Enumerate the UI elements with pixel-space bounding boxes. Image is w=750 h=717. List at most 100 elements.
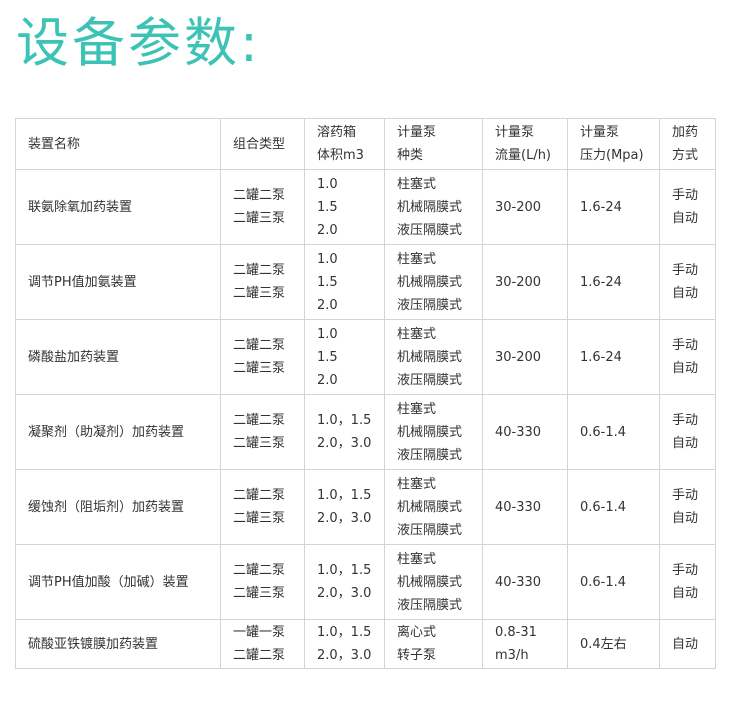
pump-pressure-cell: 0.6-1.4 [567,469,660,545]
cell-text: 柱塞式 [397,401,437,417]
cell-text: 40-330 [495,499,542,515]
cell-text: 手动 [672,338,699,353]
header-text: 流量(L/h) [495,148,552,163]
header-text: 计量泵 [580,125,620,140]
pump-flow-cell: 40-330 [482,394,568,470]
pump-type-cell: 柱塞式 机械隔膜式 液压隔膜式 [384,469,483,545]
cell-text: 自动 [672,286,699,301]
cell-text: 自动 [672,361,699,376]
cell-text: 40-330 [495,574,542,590]
cell-text: 二罐二泵 [233,648,286,663]
cell-text: 离心式 [397,625,437,640]
cell-text: 2.0，3.0 [317,586,372,601]
cell-text: 机械隔膜式 [397,199,463,215]
table-row: 缓蚀剂（阻垢剂）加药装置 二罐二泵 二罐三泵 1.0，1.5 2.0，3.0 柱塞式 机械隔… [15,469,716,545]
header-text: 计量泵 [495,125,535,140]
cell-text: 1.0，1.5 [317,488,372,503]
parameter-table: 装置名称 组合类型 溶药箱 体积m3 计量泵 种类 计量泵 流量(L/h) 计量泵 压力(Mpa)… [15,118,716,669]
device-name: 硫酸亚铁镀膜加药装置 [28,636,159,652]
combo-type-cell: 二罐二泵 二罐三泵 [220,319,305,395]
dosing-method-cell: 手动 自动 [659,319,716,395]
header-text: 方式 [672,148,699,163]
cell-text: 手动 [672,263,699,278]
cell-text: 2.0 [317,297,338,313]
pump-pressure-cell: 1.6-24 [567,244,660,320]
cell-text: 2.0，3.0 [317,511,372,526]
pump-pressure-cell: 0.6-1.4 [567,544,660,620]
cell-text: 液压隔膜式 [397,222,463,238]
device-name-cell: 联氨除氧加药装置 [15,169,221,245]
table-row: 调节PH值加氨装置 二罐二泵 二罐三泵 1.0 1.5 2.0 柱塞式 机械隔膜式 液压隔膜式 3… [15,244,716,320]
cell-text: 二罐二泵 [233,413,286,428]
cell-text: 柱塞式 [397,326,437,342]
cell-text: 30-200 [495,199,542,215]
cell-text: 机械隔膜式 [397,349,463,365]
device-name: 调节PH值加酸（加碱）装置 [28,574,189,590]
device-name-cell: 调节PH值加氨装置 [15,244,221,320]
cell-text: 1.6-24 [580,349,622,365]
cell-text: 0.8-31 [495,625,537,640]
cell-text: 二罐二泵 [233,488,286,503]
tank-volume-cell: 1.0 1.5 2.0 [304,319,385,395]
cell-text: 二罐二泵 [233,338,286,353]
cell-text: 40-330 [495,424,542,440]
cell-text: 2.0 [317,222,338,238]
cell-text: 液压隔膜式 [397,522,463,538]
cell-text: 液压隔膜式 [397,297,463,313]
dosing-method-cell: 手动 自动 [659,544,716,620]
table-row: 磷酸盐加药装置 二罐二泵 二罐三泵 1.0 1.5 2.0 柱塞式 机械隔膜式 液压隔膜式 30-… [15,319,716,395]
combo-type-cell: 一罐一泵 二罐二泵 [220,619,305,669]
device-name-cell: 凝聚剂（助凝剂）加药装置 [15,394,221,470]
cell-text: 自动 [672,586,699,601]
dosing-method-cell: 手动 自动 [659,169,716,245]
cell-text: 手动 [672,488,699,503]
header-text: 种类 [397,148,424,163]
header-text: 计量泵 [397,125,437,140]
table-row: 调节PH值加酸（加碱）装置 二罐二泵 二罐三泵 1.0，1.5 2.0，3.0 柱塞式 机械… [15,544,716,620]
cell-text: 1.5 [317,199,338,215]
tank-volume-cell: 1.0，1.5 2.0，3.0 [304,619,385,669]
device-name: 联氨除氧加药装置 [28,199,133,215]
device-name-cell: 硫酸亚铁镀膜加药装置 [15,619,221,669]
pump-type-cell: 柱塞式 机械隔膜式 液压隔膜式 [384,544,483,620]
cell-text: 1.0 [317,176,338,192]
cell-text: 液压隔膜式 [397,447,463,463]
header-text: 体积m3 [317,148,364,163]
header-tank-volume: 溶药箱 体积m3 [304,118,385,170]
dosing-method-cell: 自动 [659,619,716,669]
cell-text: 机械隔膜式 [397,574,463,590]
cell-text: 二罐二泵 [233,563,286,578]
combo-type-cell: 二罐二泵 二罐三泵 [220,169,305,245]
device-name: 凝聚剂（助凝剂）加药装置 [28,424,185,440]
cell-text: 1.5 [317,349,338,365]
device-name-cell: 磷酸盐加药装置 [15,319,221,395]
cell-text: 0.6-1.4 [580,499,627,515]
cell-text: 手动 [672,563,699,578]
cell-text: 自动 [672,211,699,226]
header-text: 组合类型 [233,136,286,152]
table-row: 凝聚剂（助凝剂）加药装置 二罐二泵 二罐三泵 1.0，1.5 2.0，3.0 柱塞式 机械隔… [15,394,716,470]
combo-type-cell: 二罐二泵 二罐三泵 [220,544,305,620]
dosing-method-cell: 手动 自动 [659,394,716,470]
cell-text: 1.0，1.5 [317,625,372,640]
pump-type-cell: 柱塞式 机械隔膜式 液压隔膜式 [384,319,483,395]
pump-type-cell: 离心式 转子泵 [384,619,483,669]
cell-text: 一罐一泵 [233,625,286,640]
header-pump-type: 计量泵 种类 [384,118,483,170]
cell-text: 柱塞式 [397,551,437,567]
cell-text: 二罐三泵 [233,511,286,526]
cell-text: 1.0 [317,251,338,267]
tank-volume-cell: 1.0，1.5 2.0，3.0 [304,544,385,620]
cell-text: 柱塞式 [397,251,437,267]
table-row: 联氨除氧加药装置 二罐二泵 二罐三泵 1.0 1.5 2.0 柱塞式机械隔膜式液压隔膜式 30… [15,169,716,245]
combo-type-cell: 二罐二泵 二罐三泵 [220,469,305,545]
table-header-row: 装置名称 组合类型 溶药箱 体积m3 计量泵 种类 计量泵 流量(L/h) 计量泵 压力(Mpa)… [15,118,716,170]
tank-volume-cell: 1.0，1.5 2.0，3.0 [304,469,385,545]
pump-type-cell: 柱塞式机械隔膜式液压隔膜式 [384,169,483,245]
cell-text: 二罐三泵 [233,436,286,451]
cell-text: 二罐三泵 [233,586,286,601]
header-combo-type: 组合类型 [220,118,305,170]
cell-text: 二罐三泵 [233,361,286,376]
cell-text: 柱塞式 [397,176,437,192]
cell-text: 自动 [672,636,699,652]
